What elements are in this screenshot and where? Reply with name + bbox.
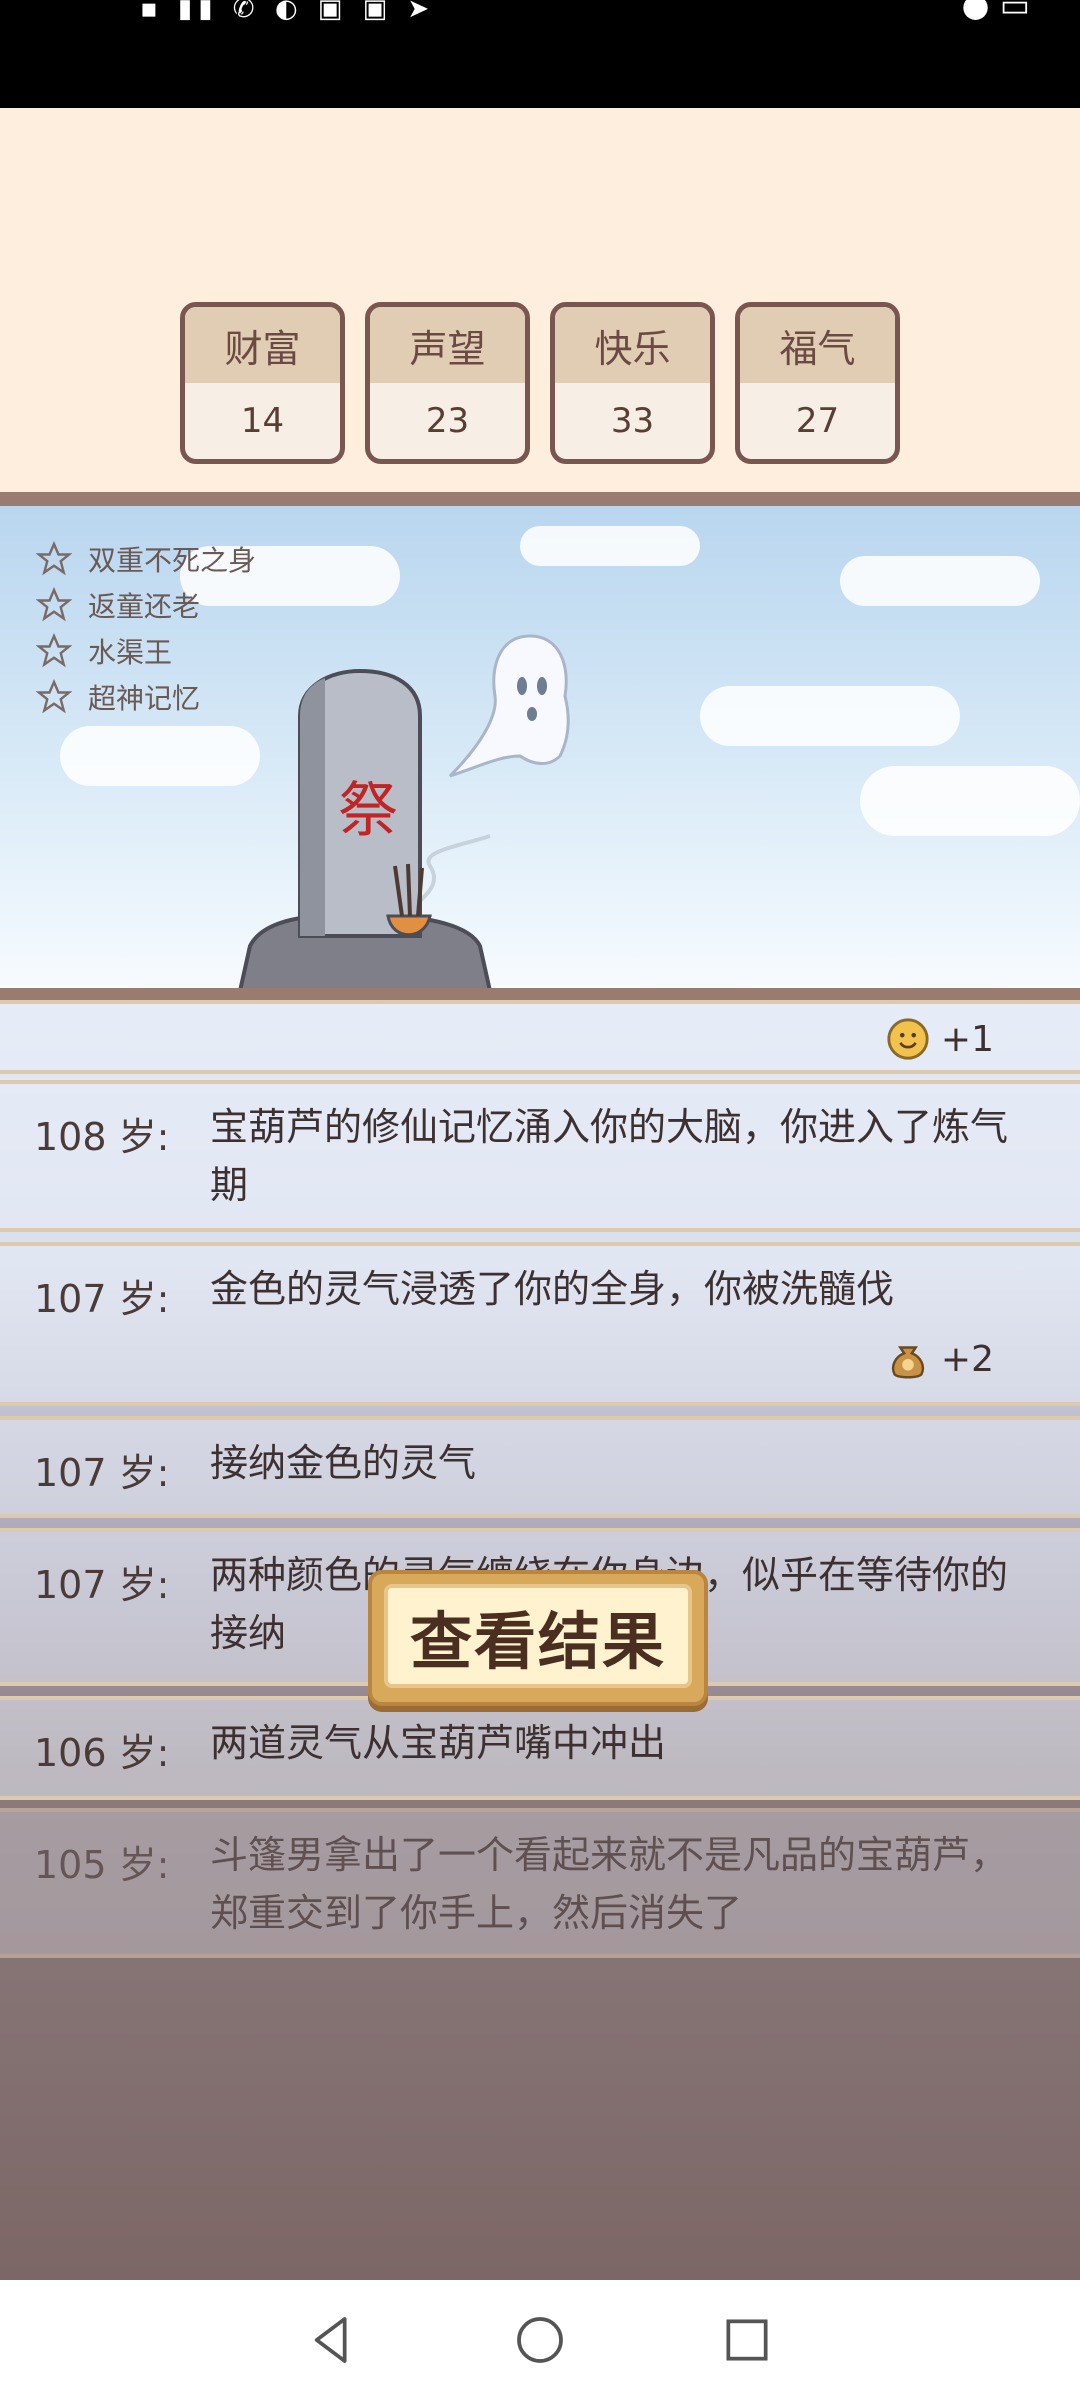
star-icon bbox=[36, 679, 72, 714]
system-nav-bar bbox=[0, 2280, 1080, 2400]
trait-list: 双重不死之身 返童还老 水渠王 超神记忆 bbox=[36, 536, 256, 720]
list-item: 108 岁: 宝葫芦的修仙记忆涌入你的大脑，你进入了炼气期 bbox=[0, 1080, 1080, 1232]
status-bar: ▪ ▮▮ ✆ ◐ ▣ ▣ ➤ ● ▭ bbox=[0, 0, 1080, 108]
entry-age: 107 岁: bbox=[34, 1563, 170, 1607]
stat-value: 33 bbox=[610, 401, 655, 441]
entry-text: 宝葫芦的修仙记忆涌入你的大脑，你进入了炼气期 bbox=[210, 1105, 1009, 1207]
cloud bbox=[520, 526, 700, 566]
stats-panel: 财富 14 声望 23 快乐 33 福气 27 bbox=[180, 302, 900, 466]
cloud bbox=[840, 556, 1040, 606]
home-icon[interactable] bbox=[512, 2312, 568, 2368]
trait-item: 水渠王 bbox=[36, 628, 256, 674]
trait-item: 双重不死之身 bbox=[36, 536, 256, 582]
stat-value: 27 bbox=[795, 401, 840, 441]
trait-label: 超神记忆 bbox=[88, 682, 201, 715]
reward-text: +2 bbox=[940, 1338, 994, 1380]
tombstone-text: 祭 bbox=[338, 776, 398, 846]
trait-label: 双重不死之身 bbox=[88, 544, 257, 577]
entry-reward: +2 bbox=[885, 1336, 994, 1382]
star-icon bbox=[36, 633, 72, 668]
entry-text: 两道灵气从宝葫芦嘴中冲出 bbox=[210, 1721, 667, 1765]
smiley-icon bbox=[887, 1018, 929, 1060]
cloud bbox=[700, 686, 960, 746]
stat-label: 福气 bbox=[740, 307, 895, 383]
stat-value: 14 bbox=[240, 401, 285, 441]
stat-happiness: 快乐 33 bbox=[550, 302, 715, 464]
stat-value: 23 bbox=[425, 401, 470, 441]
list-item: 107 岁: 接纳金色的灵气 bbox=[0, 1416, 1080, 1518]
trait-item: 超神记忆 bbox=[36, 674, 256, 720]
entry-age: 107 岁: bbox=[34, 1451, 170, 1495]
status-icons-left: ▪ ▮▮ ✆ ◐ ▣ ▣ ➤ bbox=[140, 0, 436, 24]
stat-label: 声望 bbox=[370, 307, 525, 383]
entry-age: 107 岁: bbox=[34, 1277, 170, 1321]
star-icon bbox=[36, 541, 72, 576]
entry-text: 斗篷男拿出了一个看起来就不是凡品的宝葫芦，郑重交到了你手上，然后消失了 bbox=[210, 1833, 1009, 1935]
entry-text: 接纳金色的灵气 bbox=[210, 1441, 477, 1485]
list-item: 106 岁: 两道灵气从宝葫芦嘴中冲出 bbox=[0, 1696, 1080, 1800]
top-reward: +1 bbox=[885, 1016, 994, 1062]
view-result-label: 查看结果 bbox=[384, 1584, 692, 1688]
list-item: +1 bbox=[0, 1000, 1080, 1074]
stat-wealth: 财富 14 bbox=[180, 302, 345, 464]
status-icons-right: ● ▭ bbox=[961, 0, 1030, 24]
view-result-button[interactable]: 查看结果 bbox=[368, 1570, 708, 1706]
stat-reputation: 声望 23 bbox=[365, 302, 530, 464]
trait-label: 水渠王 bbox=[88, 636, 173, 669]
entry-text: 金色的灵气浸透了你的全身，你被洗髓伐 bbox=[210, 1267, 895, 1311]
star-icon bbox=[36, 587, 72, 622]
reward-text: +1 bbox=[940, 1018, 994, 1060]
money-bag-icon bbox=[891, 1346, 925, 1379]
scene-illustration: 双重不死之身 返童还老 水渠王 超神记忆 祭 bbox=[0, 492, 1080, 1002]
trait-item: 返童还老 bbox=[36, 582, 256, 628]
list-item: 105 岁: 斗篷男拿出了一个看起来就不是凡品的宝葫芦，郑重交到了你手上，然后消… bbox=[0, 1808, 1080, 1958]
entry-age: 106 岁: bbox=[34, 1731, 170, 1775]
stat-label: 财富 bbox=[185, 307, 340, 383]
list-item: 107 岁: 金色的灵气浸透了你的全身，你被洗髓伐 +2 bbox=[0, 1242, 1080, 1406]
stat-label: 快乐 bbox=[555, 307, 710, 383]
stat-fortune: 福气 27 bbox=[735, 302, 900, 464]
trait-label: 返童还老 bbox=[88, 590, 201, 623]
entry-age: 108 岁: bbox=[34, 1115, 170, 1159]
tombstone-ghost-illustration: 祭 bbox=[238, 634, 570, 988]
cloud bbox=[860, 766, 1080, 836]
recents-icon[interactable] bbox=[719, 2312, 775, 2368]
entry-age: 105 岁: bbox=[34, 1843, 170, 1887]
back-icon[interactable] bbox=[305, 2312, 361, 2368]
